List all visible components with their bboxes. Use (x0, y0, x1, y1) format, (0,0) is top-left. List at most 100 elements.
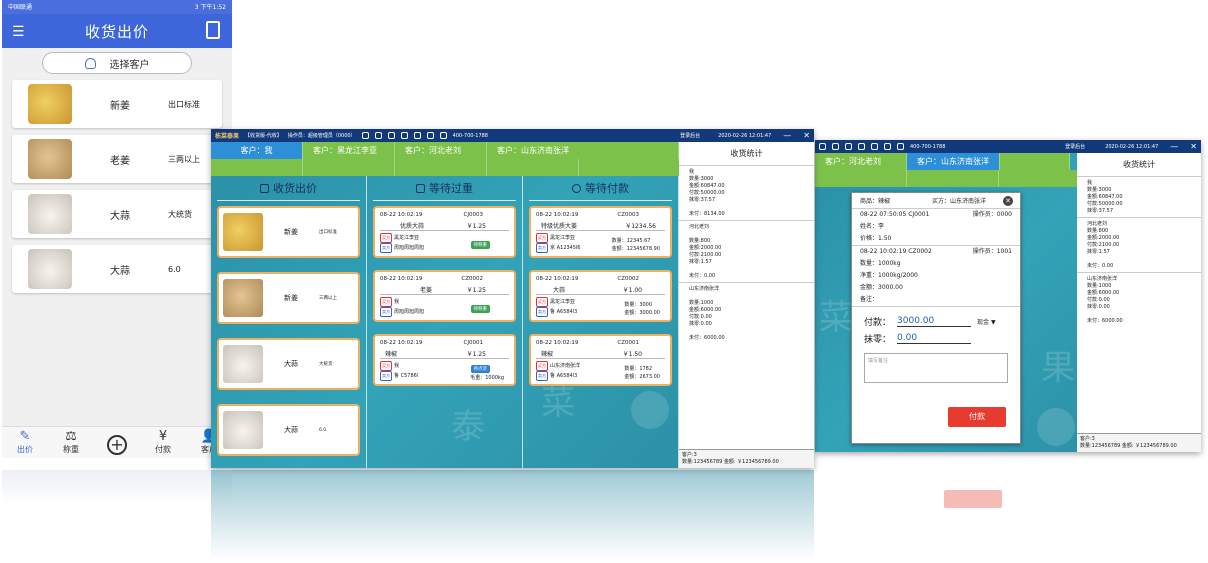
round-amount-input[interactable]: 0.00 (897, 333, 972, 344)
product-grade: 6.0 (319, 427, 327, 433)
page-title: 收货出价 (84, 22, 149, 41)
stats-title: 收货统计 (679, 142, 814, 166)
record-amount: 金额：3000.00 (860, 284, 903, 291)
garlic-image (28, 194, 72, 234)
select-customer-label: 选择客户 (109, 59, 150, 71)
record-time: 08-22 10:02:19 CZ0002 (860, 248, 932, 255)
buyer-badge: 买方 (380, 361, 392, 371)
order-card[interactable]: 08-22 10:02:19 CZ0003 特级优质大姜 ￥1234.56 买方黑… (529, 206, 672, 258)
service-phone: 400-700-1788 (910, 143, 946, 150)
bid-column: 收货出价 新姜 出口标准 新姜 三两以上 大蒜 大统货 大蒜 6.0 (211, 176, 367, 468)
tab-customer-hebei[interactable]: 客户：河北老刘 (815, 153, 907, 170)
minimize-icon[interactable]: — (1170, 142, 1178, 151)
tab-customer-hebei[interactable]: 客户：河北老刘 (395, 142, 487, 159)
document-icon[interactable] (206, 21, 220, 39)
mail-icon (897, 143, 904, 150)
tab-weigh[interactable]: ⚖ 称重 (49, 427, 93, 458)
clock-icon (572, 183, 581, 193)
product-card[interactable]: 新姜 三两以上 (217, 272, 360, 324)
tab-customer-shandong[interactable]: 客户：山东济南张洋 (487, 142, 679, 159)
product-item[interactable]: 新姜 出口标准 (12, 80, 222, 128)
tab-bid[interactable]: ✎ 出价 (3, 427, 47, 458)
seller-badge: 卖方 (536, 371, 548, 381)
order-card[interactable]: 08-22 10:02:19 CJ0003 优质大蒜 ￥1.25 买方 黑龙江李亚 … (373, 206, 516, 258)
record-qty: 数量：1000kg (860, 260, 901, 267)
compass-icon[interactable] (413, 132, 421, 139)
record-operator: 操作员：1001 (972, 248, 1012, 255)
stats-block: 河北老刘 数量:800 金额:2000.00 付款:2100.00 抹零:1.57 … (679, 221, 814, 283)
shirt-icon[interactable] (374, 132, 382, 139)
product-grade: 三两以上 (168, 154, 200, 164)
stats-footer: 客户:3 数量:123456789 金额: ￥123456789.00 (679, 449, 814, 468)
note-textarea[interactable]: 填写备注 (864, 353, 1008, 383)
menu-icon[interactable]: ☰ (12, 24, 25, 40)
close-icon[interactable]: ✕ (803, 131, 810, 140)
tab-customer-shandong[interactable]: 客户：山东济南张洋 (907, 153, 1000, 170)
status-badge: 待称重 (470, 241, 490, 249)
payment-window: 400-700-1788 登录后台 2020-02-26 12:01:47 — … (815, 140, 1201, 452)
minimize-icon[interactable]: — (783, 131, 791, 140)
order-card[interactable]: 08-22 10:02:19 CJ0001 辣椒 ￥1.25 买方我 卖方鲁 C5… (373, 334, 516, 386)
record-time: 08-22 07:50:05 CJ0001 (860, 211, 930, 218)
help-icon[interactable] (426, 132, 434, 139)
column-title: 等待付款 (585, 182, 629, 195)
login-backend-link[interactable]: 登录后台 (680, 132, 700, 139)
lock-icon (845, 143, 852, 150)
pay-button[interactable]: 付款 (948, 407, 1006, 427)
pay-amount-input[interactable]: 3000.00 (897, 316, 972, 327)
pay-column: 等待付款 08-22 10:02:19 CZ0003 特级优质大姜 ￥1234.5… (523, 176, 679, 468)
select-customer-button[interactable]: 选择客户 (42, 52, 192, 74)
product-name: 大蒜 (110, 210, 130, 222)
goods-label: 商品：辣椒 (860, 198, 891, 205)
product-name: 大蒜 (110, 265, 130, 277)
dialog-header: 商品：辣椒 买方：山东济南张洋 (852, 193, 1020, 208)
login-backend-link[interactable]: 登录后台 (1065, 143, 1085, 150)
order-card[interactable]: 08-22 10:02:19 CZ0002 老姜 ￥1.25 买方我 卖方 周旭周旭… (373, 270, 516, 322)
record-operator: 操作员：0000 (972, 211, 1012, 218)
tab-label: 付款 (155, 445, 171, 454)
weigh-column: 等待过重 08-22 10:02:19 CJ0003 优质大蒜 ￥1.25 买方黑… (367, 176, 523, 468)
goods-price: ￥1.25 (466, 351, 486, 358)
phone-reflection (2, 470, 232, 504)
gross-weight: 毛重：1000kg (470, 375, 504, 381)
tab-empty (1000, 153, 1070, 170)
tab-customer-heilongjiang[interactable]: 客户：黑龙江李亚 (303, 142, 395, 159)
datetime-text: 2020-02-26 12:01:47 (718, 132, 772, 139)
close-icon[interactable]: ✕ (1190, 142, 1197, 151)
product-grade: 出口标准 (319, 230, 337, 235)
shirt-icon (832, 143, 839, 150)
garlic-image (28, 249, 72, 289)
plus-icon: + (107, 435, 127, 455)
column-header: 收货出价 (217, 176, 360, 200)
product-item[interactable]: 老姜 三两以上 (12, 135, 222, 183)
tab-customer-me[interactable]: 客户：我 (211, 142, 303, 159)
mail-icon[interactable] (439, 132, 447, 139)
product-card[interactable]: 大蒜 大统货 (217, 338, 360, 390)
close-dialog-icon[interactable]: ✕ (1003, 196, 1013, 206)
tab-add[interactable]: + (95, 427, 139, 458)
tab-pay[interactable]: ¥ 付款 (141, 427, 185, 458)
product-card[interactable]: 新姜 出口标准 (217, 206, 360, 258)
seller-badge: 卖方 (536, 243, 548, 253)
column-title: 收货出价 (273, 182, 317, 195)
product-item[interactable]: 大蒜 大统货 (12, 190, 222, 238)
main-columns: 收货出价 新姜 出口标准 新姜 三两以上 大蒜 大统货 大蒜 6.0 等待过重 … (211, 176, 679, 468)
order-card[interactable]: 08-22 10:02:19 CZ0002 大蒜 ￥1.00 买方 黑龙江李亚 卖方… (529, 270, 672, 322)
product-item[interactable]: 大蒜 6.0 (12, 245, 222, 293)
product-grade: 大统货 (319, 362, 333, 367)
chat-icon[interactable] (400, 132, 408, 139)
pay-label: 付款： (864, 318, 892, 328)
window-titlebar: 400-700-1788 登录后台 2020-02-26 12:01:47 — … (815, 140, 1201, 153)
product-card[interactable]: 大蒜 6.0 (217, 404, 360, 456)
goods-name: 大蒜 (553, 287, 566, 294)
goods-price: ￥1.25 (466, 223, 486, 230)
watermark-glyph: 菜 (819, 298, 853, 338)
help-icon (884, 143, 891, 150)
pay-method-select[interactable]: 现金 ▼ (977, 317, 996, 326)
column-header: 等待过重 (373, 176, 516, 200)
chat-icon (858, 143, 865, 150)
order-card[interactable]: 08-22 10:02:19 CZ0001 辣椒 ￥1.50 买方 山东济南张洋 卖… (529, 334, 672, 386)
goods-price: ￥1234.56 (625, 223, 656, 230)
product-name: 大蒜 (284, 360, 298, 368)
lock-icon[interactable] (387, 132, 395, 139)
